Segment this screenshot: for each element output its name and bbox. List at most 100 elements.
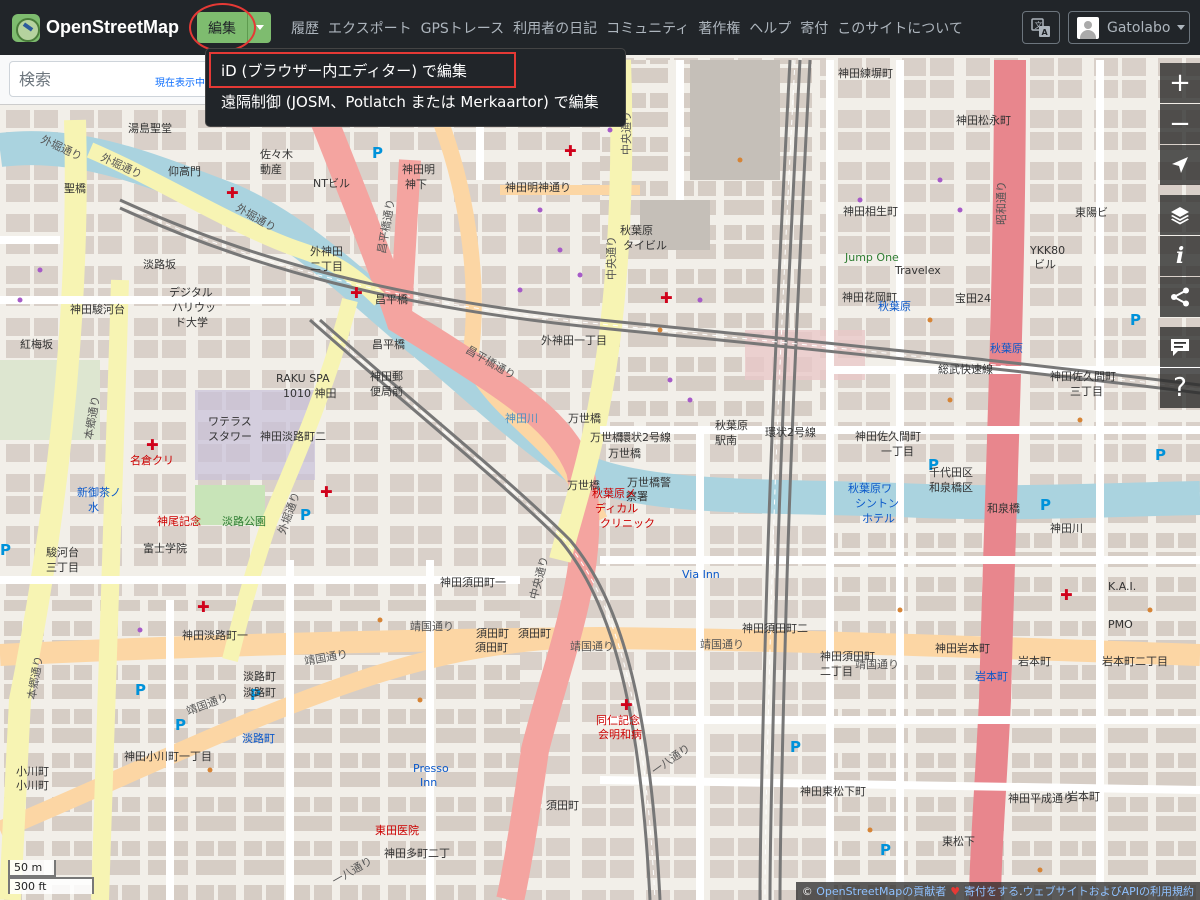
nav-link-help[interactable]: ヘルプ xyxy=(749,18,791,38)
info-icon: i xyxy=(1175,243,1185,269)
svg-text:淡路坂: 淡路坂 xyxy=(143,258,176,271)
svg-text:靖国通り: 靖国通り xyxy=(700,638,744,651)
svg-text:一丁目: 一丁目 xyxy=(881,445,914,458)
nav-link-gps-traces[interactable]: GPSトレース xyxy=(421,18,504,38)
locate-icon xyxy=(1172,157,1188,173)
svg-text:東陽ビ: 東陽ビ xyxy=(1075,206,1108,219)
nav-link-export[interactable]: エクスポート xyxy=(328,18,412,38)
edit-remote-control-label: 遠隔制御 (JOSM、Potlatch または Merkaartor) で編集 xyxy=(221,93,599,111)
user-avatar-icon xyxy=(1077,16,1099,39)
svg-text:✚: ✚ xyxy=(564,142,577,160)
nav-link-copyright[interactable]: 著作権 xyxy=(698,18,740,38)
zoom-out-icon: − xyxy=(1169,109,1191,139)
nav-link-about[interactable]: このサイトについて xyxy=(837,18,963,38)
svg-text:神田小川町一丁目: 神田小川町一丁目 xyxy=(124,749,212,763)
svg-text:富士学院: 富士学院 xyxy=(143,541,187,555)
svg-text:須田町: 須田町 xyxy=(475,641,508,654)
svg-text:新御茶ノ: 新御茶ノ xyxy=(77,485,121,499)
edit-with-id-item[interactable]: iD (ブラウザー内エディター) で編集 xyxy=(206,52,625,88)
user-name: Gatolabo xyxy=(1107,19,1171,36)
svg-text:神田明神通り: 神田明神通り xyxy=(505,180,571,194)
layers-button[interactable] xyxy=(1160,195,1200,235)
svg-text:Inn: Inn xyxy=(420,776,437,789)
svg-text:靖国通り: 靖国通り xyxy=(570,640,614,653)
svg-text:便局前: 便局前 xyxy=(370,384,403,398)
svg-text:淡路町: 淡路町 xyxy=(243,670,276,683)
locate-button[interactable] xyxy=(1160,145,1200,185)
svg-text:シントン: シントン xyxy=(855,497,899,510)
svg-text:水: 水 xyxy=(88,501,99,514)
add-note-button[interactable] xyxy=(1160,327,1200,367)
svg-text:東田医院: 東田医院 xyxy=(375,823,419,837)
svg-text:秋葉原: 秋葉原 xyxy=(715,418,748,432)
svg-text:P: P xyxy=(1155,446,1166,464)
attribution-bar: © OpenStreetMapの貢献者 ♥ 寄付をする . ウェブサイトおよびA… xyxy=(795,882,1200,900)
svg-text:ディカル: ディカル xyxy=(595,501,638,515)
svg-text:靖国通り: 靖国通り xyxy=(410,620,454,633)
svg-text:ビル: ビル xyxy=(1034,258,1056,271)
svg-text:佐々木: 佐々木 xyxy=(260,147,293,161)
nav-link-history[interactable]: 履歴 xyxy=(291,18,319,38)
svg-text:三丁目: 三丁目 xyxy=(46,561,79,574)
svg-text:✚: ✚ xyxy=(226,184,239,202)
user-menu-button[interactable]: Gatolabo xyxy=(1068,11,1190,44)
svg-text:P: P xyxy=(880,841,891,859)
svg-text:須田町: 須田町 xyxy=(518,627,551,640)
svg-text:P: P xyxy=(372,144,383,162)
map-canvas[interactable]: PPP PPP PPP PPP ✚ ✚ ✚ ✚ ✚ ✚ ✚ ✚ ✚ 湯島聖堂 聖橋 神田駿河… xyxy=(0,0,1200,900)
map-tiles: PPP P PP PPP PPP ✚✚✚ ✚✚✚ ✚✚✚ 湯島聖堂 聖橋 神田駿河… xyxy=(0,0,1200,900)
svg-text:靖国通り: 靖国通り xyxy=(855,658,899,671)
svg-text:秋葉原: 秋葉原 xyxy=(620,223,653,237)
map-controls: + − i ? xyxy=(1160,63,1200,409)
svg-text:昌平橋: 昌平橋 xyxy=(375,292,408,306)
svg-text:神下: 神下 xyxy=(405,177,427,191)
svg-text:PMO: PMO xyxy=(1108,618,1133,631)
zoom-out-button[interactable]: − xyxy=(1160,104,1200,144)
svg-text:P: P xyxy=(300,506,311,524)
svg-text:✚: ✚ xyxy=(320,483,333,501)
edit-button[interactable]: 編集 xyxy=(197,12,248,43)
svg-text:ド大学: ド大学 xyxy=(175,315,208,329)
svg-text:和泉橋区: 和泉橋区 xyxy=(929,480,973,494)
svg-text:岩本町: 岩本町 xyxy=(1067,789,1100,803)
svg-text:昌平橋: 昌平橋 xyxy=(372,337,405,351)
svg-text:YKK80: YKK80 xyxy=(1029,244,1065,257)
svg-text:Jump One: Jump One xyxy=(844,251,899,264)
zoom-in-button[interactable]: + xyxy=(1160,63,1200,103)
svg-text:岩本町二丁目: 岩本町二丁目 xyxy=(1102,654,1168,668)
svg-text:P: P xyxy=(1040,496,1051,514)
language-button[interactable]: 文 A xyxy=(1022,11,1060,44)
terms-link[interactable]: ウェブサイトおよびAPIの利用規約 xyxy=(1023,883,1194,899)
svg-text:神田岩本町: 神田岩本町 xyxy=(935,641,990,655)
svg-text:RAKU SPA: RAKU SPA xyxy=(276,372,330,385)
svg-text:P: P xyxy=(1130,311,1141,329)
edit-remote-control-item[interactable]: 遠隔制御 (JOSM、Potlatch または Merkaartor) で編集 xyxy=(206,86,625,117)
translate-icon: 文 A xyxy=(1031,17,1050,37)
svg-text:岩本町: 岩本町 xyxy=(975,669,1008,683)
contributors-link[interactable]: OpenStreetMapの貢献者 xyxy=(816,883,946,899)
svg-text:駿河台: 駿河台 xyxy=(46,545,79,559)
svg-text:三丁目: 三丁目 xyxy=(1070,385,1103,398)
svg-text:名倉クリ: 名倉クリ xyxy=(130,453,174,467)
nav-link-diaries[interactable]: 利用者の日記 xyxy=(513,18,597,38)
map-key-button[interactable]: i xyxy=(1160,236,1200,276)
svg-text:神田松永町: 神田松永町 xyxy=(956,113,1011,127)
query-features-button[interactable]: ? xyxy=(1160,368,1200,408)
nav-link-community[interactable]: コミュニティ xyxy=(606,18,689,38)
svg-text:二丁目: 二丁目 xyxy=(820,665,853,678)
svg-text:総武快速線: 総武快速線 xyxy=(938,362,993,376)
nav-link-donate[interactable]: 寄付 xyxy=(800,18,828,38)
svg-text:Travelex: Travelex xyxy=(894,264,941,277)
svg-text:駅南: 駅南 xyxy=(715,434,737,447)
svg-text:K.A.I.: K.A.I. xyxy=(1108,580,1136,593)
svg-text:NTビル: NTビル xyxy=(313,177,350,190)
svg-text:淡路町: 淡路町 xyxy=(242,732,275,745)
svg-text:万世橋: 万世橋 xyxy=(568,411,601,425)
brand-link[interactable]: OpenStreetMap xyxy=(12,13,180,42)
brand-name: OpenStreetMap xyxy=(46,17,180,37)
donate-link[interactable]: 寄付をする xyxy=(964,883,1019,899)
edit-dropdown-toggle[interactable] xyxy=(247,12,272,43)
where-is-this-link[interactable]: 現在表示中 xyxy=(155,74,205,89)
share-button[interactable] xyxy=(1160,277,1200,317)
svg-text:P: P xyxy=(0,541,11,559)
